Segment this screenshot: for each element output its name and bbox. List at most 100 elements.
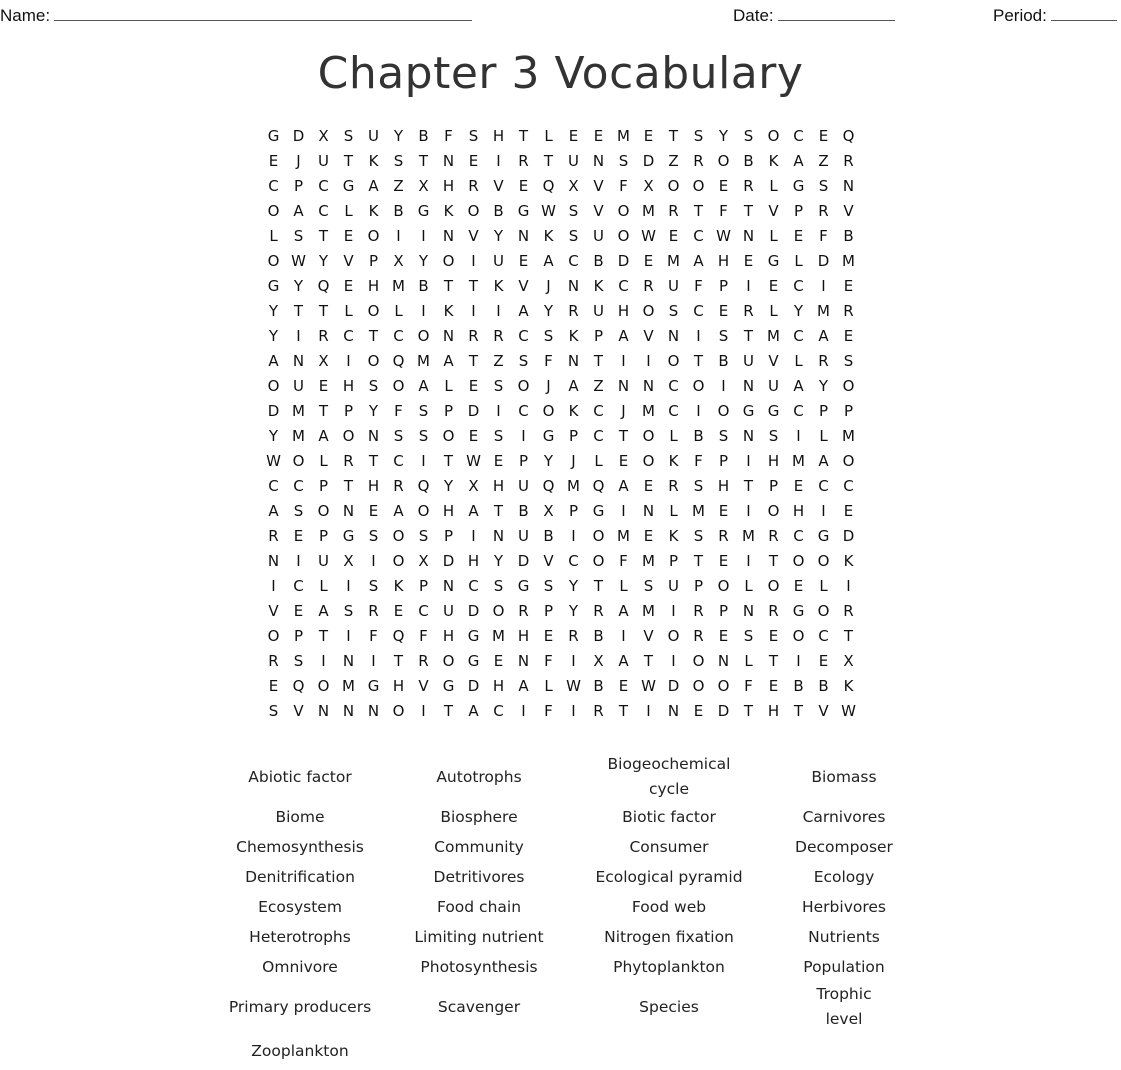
grid-letter[interactable]: T <box>361 449 386 474</box>
grid-letter[interactable]: O <box>536 399 561 424</box>
grid-letter[interactable]: E <box>836 499 861 524</box>
grid-letter[interactable]: T <box>436 274 461 299</box>
grid-letter[interactable]: E <box>311 374 336 399</box>
grid-letter[interactable]: O <box>411 324 436 349</box>
grid-letter[interactable]: E <box>711 174 736 199</box>
grid-letter[interactable]: O <box>436 249 461 274</box>
grid-letter[interactable]: R <box>336 449 361 474</box>
grid-letter[interactable]: J <box>561 449 586 474</box>
grid-letter[interactable]: O <box>786 624 811 649</box>
grid-letter[interactable]: R <box>736 174 761 199</box>
grid-letter[interactable]: X <box>586 649 611 674</box>
grid-letter[interactable]: K <box>836 674 861 699</box>
grid-letter[interactable]: E <box>461 374 486 399</box>
grid-letter[interactable]: D <box>261 399 286 424</box>
grid-letter[interactable]: C <box>836 474 861 499</box>
grid-letter[interactable]: I <box>461 249 486 274</box>
grid-letter[interactable]: E <box>711 549 736 574</box>
grid-letter[interactable]: B <box>736 149 761 174</box>
grid-letter[interactable]: C <box>336 324 361 349</box>
grid-letter[interactable]: A <box>611 324 636 349</box>
grid-letter[interactable]: O <box>711 674 736 699</box>
grid-letter[interactable]: R <box>486 324 511 349</box>
grid-letter[interactable]: I <box>811 274 836 299</box>
grid-letter[interactable]: E <box>261 149 286 174</box>
grid-letter[interactable]: E <box>761 624 786 649</box>
grid-letter[interactable]: G <box>786 174 811 199</box>
grid-letter[interactable]: K <box>836 549 861 574</box>
grid-letter[interactable]: I <box>561 649 586 674</box>
grid-letter[interactable]: C <box>486 699 511 724</box>
grid-letter[interactable]: B <box>411 124 436 149</box>
grid-letter[interactable]: B <box>811 674 836 699</box>
grid-letter[interactable]: M <box>786 449 811 474</box>
grid-letter[interactable]: C <box>786 324 811 349</box>
grid-letter[interactable]: L <box>761 299 786 324</box>
grid-letter[interactable]: I <box>786 649 811 674</box>
grid-letter[interactable]: T <box>361 324 386 349</box>
grid-letter[interactable]: T <box>336 474 361 499</box>
grid-letter[interactable]: Y <box>486 549 511 574</box>
grid-letter[interactable]: G <box>461 649 486 674</box>
grid-letter[interactable]: I <box>486 399 511 424</box>
grid-letter[interactable]: D <box>611 249 636 274</box>
grid-letter[interactable]: P <box>711 449 736 474</box>
grid-letter[interactable]: N <box>611 374 636 399</box>
grid-letter[interactable]: S <box>636 574 661 599</box>
grid-letter[interactable]: L <box>311 449 336 474</box>
grid-letter[interactable]: Y <box>811 374 836 399</box>
grid-letter[interactable]: O <box>711 399 736 424</box>
grid-letter[interactable]: U <box>761 374 786 399</box>
grid-letter[interactable]: O <box>661 349 686 374</box>
grid-letter[interactable]: W <box>561 674 586 699</box>
grid-letter[interactable]: J <box>536 274 561 299</box>
grid-letter[interactable]: F <box>736 674 761 699</box>
grid-letter[interactable]: Z <box>661 149 686 174</box>
grid-letter[interactable]: F <box>386 399 411 424</box>
grid-letter[interactable]: Y <box>261 324 286 349</box>
grid-letter[interactable]: L <box>786 249 811 274</box>
grid-letter[interactable]: H <box>486 674 511 699</box>
period-blank-line[interactable] <box>1050 3 1117 21</box>
grid-letter[interactable]: B <box>836 224 861 249</box>
grid-letter[interactable]: H <box>711 249 736 274</box>
grid-letter[interactable]: R <box>586 599 611 624</box>
grid-letter[interactable]: U <box>586 299 611 324</box>
grid-letter[interactable]: O <box>361 349 386 374</box>
grid-letter[interactable]: F <box>361 624 386 649</box>
grid-letter[interactable]: I <box>736 499 761 524</box>
grid-letter[interactable]: C <box>786 399 811 424</box>
grid-letter[interactable]: X <box>311 349 336 374</box>
grid-letter[interactable]: I <box>686 399 711 424</box>
grid-letter[interactable]: H <box>461 549 486 574</box>
grid-letter[interactable]: B <box>486 199 511 224</box>
grid-letter[interactable]: U <box>561 149 586 174</box>
grid-letter[interactable]: P <box>561 499 586 524</box>
grid-letter[interactable]: P <box>286 174 311 199</box>
grid-letter[interactable]: A <box>536 249 561 274</box>
grid-letter[interactable]: B <box>686 424 711 449</box>
grid-letter[interactable]: A <box>786 374 811 399</box>
grid-letter[interactable]: R <box>811 349 836 374</box>
grid-letter[interactable]: N <box>436 149 461 174</box>
grid-letter[interactable]: Y <box>786 299 811 324</box>
grid-letter[interactable]: E <box>561 124 586 149</box>
grid-letter[interactable]: M <box>611 524 636 549</box>
grid-letter[interactable]: X <box>336 549 361 574</box>
grid-letter[interactable]: V <box>811 699 836 724</box>
grid-letter[interactable]: I <box>461 299 486 324</box>
grid-letter[interactable]: S <box>411 424 436 449</box>
grid-letter[interactable]: I <box>836 574 861 599</box>
grid-letter[interactable]: M <box>561 474 586 499</box>
grid-letter[interactable]: V <box>586 199 611 224</box>
grid-letter[interactable]: C <box>611 274 636 299</box>
grid-letter[interactable]: V <box>411 674 436 699</box>
grid-letter[interactable]: G <box>436 674 461 699</box>
grid-letter[interactable]: V <box>536 549 561 574</box>
grid-letter[interactable]: N <box>736 424 761 449</box>
grid-letter[interactable]: T <box>311 224 336 249</box>
grid-letter[interactable]: Q <box>286 674 311 699</box>
grid-letter[interactable]: T <box>436 699 461 724</box>
grid-letter[interactable]: I <box>636 349 661 374</box>
grid-letter[interactable]: F <box>611 549 636 574</box>
